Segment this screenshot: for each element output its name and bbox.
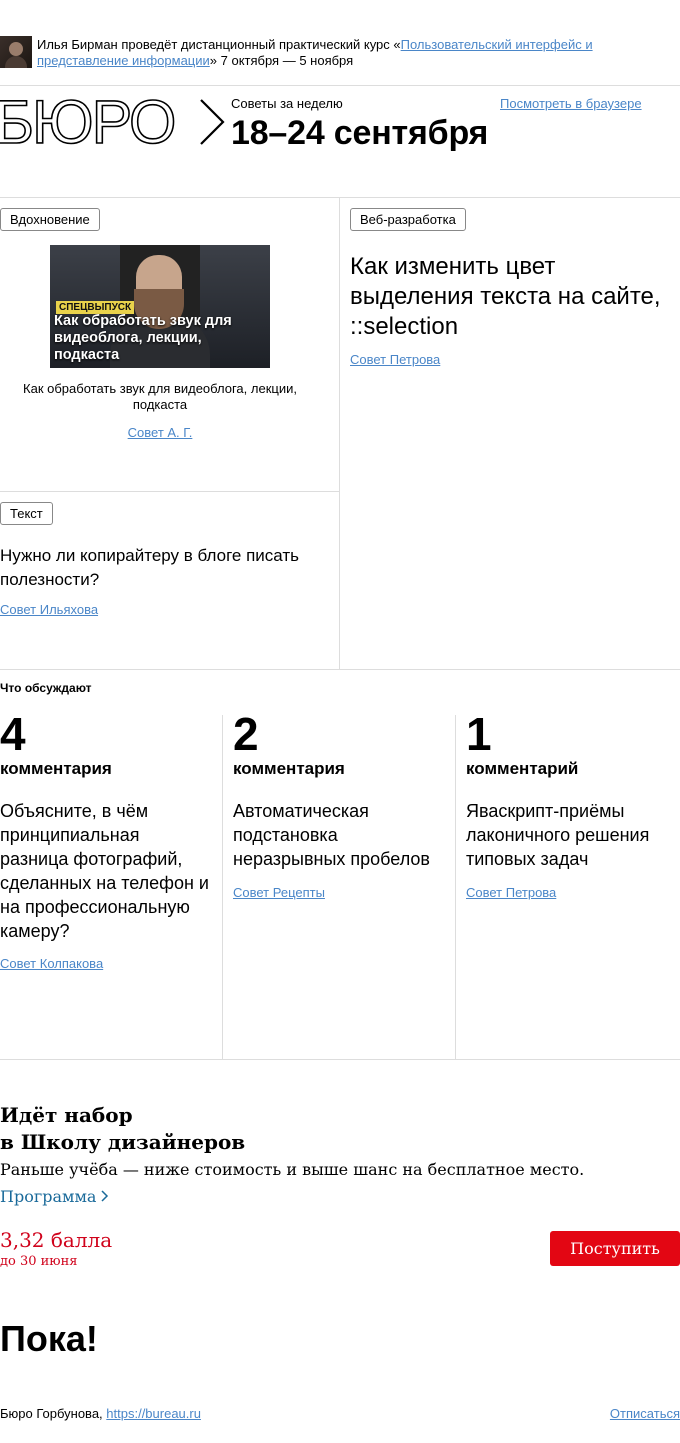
discussion-topic[interactable]: Яваскрипт-приёмы лаконичного решения тип… bbox=[466, 799, 671, 871]
author-link[interactable]: Совет Рецепты bbox=[233, 885, 325, 900]
school-title-line: в Школу дизайнеров bbox=[0, 1130, 246, 1154]
video-title: Как обработать звук для видеоблога, лекц… bbox=[54, 313, 232, 363]
tag-text[interactable]: Текст bbox=[0, 502, 53, 525]
divider bbox=[0, 491, 339, 492]
unsubscribe-link[interactable]: Отписаться bbox=[610, 1406, 680, 1421]
discussion-topic[interactable]: Автоматическая подстановка неразрывных п… bbox=[233, 799, 448, 871]
digest-dates: 18–24 сентября bbox=[231, 114, 489, 152]
author-link[interactable]: Совет А. Г. bbox=[128, 425, 193, 440]
logo-text: БЮРО bbox=[0, 97, 174, 147]
comment-count: 1 bbox=[466, 708, 492, 760]
school-subtitle: Раньше учёба — ниже стоимость и выше шан… bbox=[0, 1160, 585, 1179]
apply-button[interactable]: Поступить bbox=[550, 1231, 680, 1266]
column-divider bbox=[222, 715, 223, 1059]
author-link[interactable]: Совет Петрова bbox=[466, 885, 556, 900]
article-title[interactable]: Как изменить цвет выделения текста на са… bbox=[350, 252, 668, 342]
section-title: Что обсуждают bbox=[0, 681, 92, 695]
bureau-logo[interactable]: БЮРО bbox=[0, 97, 226, 147]
view-in-browser-link[interactable]: Посмотреть в браузере bbox=[500, 96, 642, 111]
passing-score: 3,32 балла bbox=[0, 1228, 113, 1252]
author-link[interactable]: Совет Колпакова bbox=[0, 956, 103, 971]
video-thumbnail[interactable]: СПЕЦВЫПУСК Как обработать звук для видео… bbox=[50, 245, 270, 368]
comment-count-label: комментария bbox=[0, 759, 112, 778]
article-caption: Как обработать звук для видеоблога, лекц… bbox=[23, 381, 297, 412]
digest-label: Советы за неделю bbox=[231, 96, 343, 111]
comment-count: 2 bbox=[233, 708, 259, 760]
divider bbox=[0, 85, 680, 86]
application-deadline: до 30 июня bbox=[0, 1254, 78, 1269]
company-name: Бюро Горбунова, bbox=[0, 1406, 103, 1421]
article-title[interactable]: Нужно ли копирайтеру в блоге писать поле… bbox=[0, 544, 330, 592]
tag-inspiration[interactable]: Вдохновение bbox=[0, 208, 100, 231]
discussion-topic[interactable]: Объясните, в чём принципиальная разница … bbox=[0, 799, 212, 943]
course-announcement: Илья Бирман проведёт дистанционный практ… bbox=[37, 37, 597, 69]
announcement-suffix: » 7 октября — 5 ноября bbox=[209, 53, 354, 68]
school-title: Идёт набор в Школу дизайнеров bbox=[0, 1102, 245, 1156]
program-link[interactable]: Программа bbox=[0, 1187, 109, 1206]
school-title-line: Идёт набор bbox=[0, 1103, 133, 1127]
divider bbox=[0, 1059, 680, 1060]
tag-web-dev[interactable]: Веб-разработка bbox=[350, 208, 466, 231]
comment-count: 4 bbox=[0, 708, 26, 760]
column-divider bbox=[339, 197, 340, 669]
author-avatar bbox=[0, 36, 32, 68]
author-link[interactable]: Совет Ильяхова bbox=[0, 602, 98, 617]
farewell: Пока! bbox=[0, 1318, 98, 1359]
article-author: Совет А. Г. bbox=[0, 425, 320, 440]
divider bbox=[0, 669, 680, 670]
divider bbox=[0, 197, 680, 198]
logo-chevron-icon bbox=[200, 99, 225, 145]
announcement-prefix: Илья Бирман проведёт дистанционный практ… bbox=[37, 37, 401, 52]
comment-count-label: комментарий bbox=[466, 759, 579, 778]
comment-count-label: комментария bbox=[233, 759, 345, 778]
author-link[interactable]: Совет Петрова bbox=[350, 352, 440, 367]
footer-company: Бюро Горбунова, https://bureau.ru bbox=[0, 1406, 201, 1421]
program-link-label: Программа bbox=[0, 1187, 97, 1206]
column-divider bbox=[455, 715, 456, 1059]
chevron-right-icon bbox=[101, 1190, 109, 1202]
site-link[interactable]: https://bureau.ru bbox=[106, 1406, 201, 1421]
